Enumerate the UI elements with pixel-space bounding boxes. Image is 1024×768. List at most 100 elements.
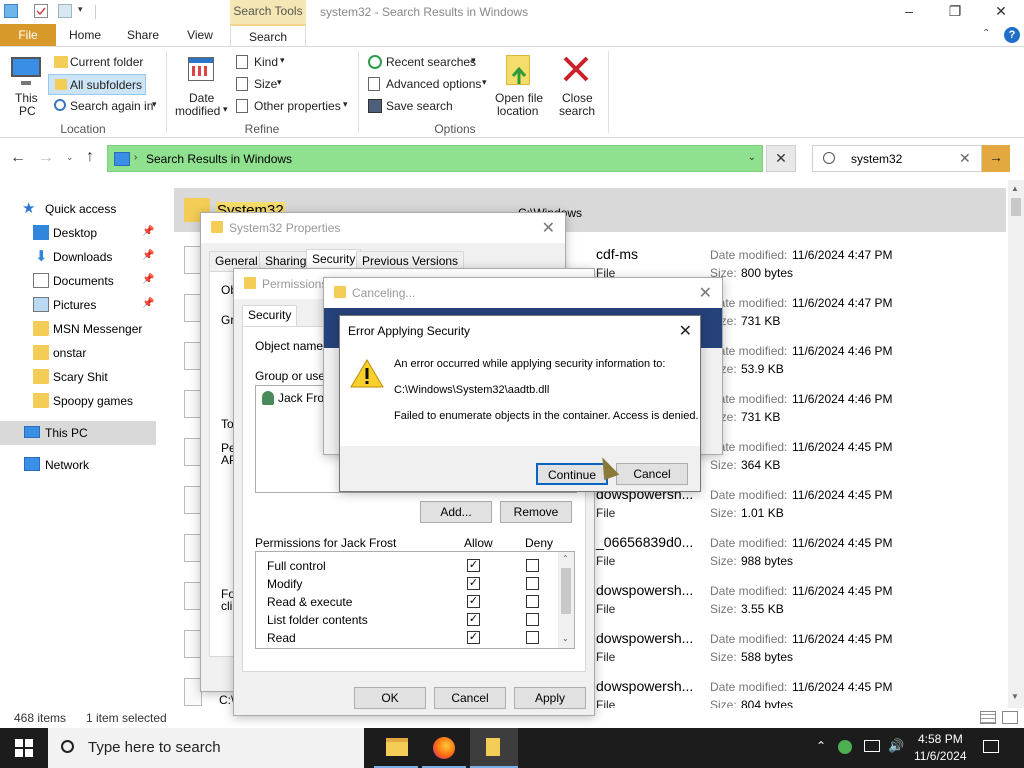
size-button[interactable]: Size ▾ [234,75,294,95]
taskbar-firefox[interactable] [422,728,466,768]
ok-button[interactable]: OK [354,687,426,709]
tab-security[interactable]: Security [242,305,298,327]
continue-button[interactable]: Continue [536,463,608,485]
qa-dropdown-icon[interactable]: ▾ [78,4,92,18]
permissions-scrollbar[interactable]: ⌃ ⌄ [558,552,574,648]
nav-desktop[interactable]: Desktop 📌 [0,222,160,244]
nav-quick-access[interactable]: ★ Quick access [0,198,160,220]
new-folder-qa-icon[interactable] [58,4,72,18]
tab-share[interactable]: Share [118,24,168,46]
to-label-fragment: To [221,417,234,431]
tab-file[interactable]: File [0,24,56,46]
scroll-down-icon[interactable]: ⌄ [562,634,569,643]
deny-checkbox[interactable] [526,595,539,608]
apply-button[interactable]: Apply [514,687,586,709]
nav-onstar[interactable]: onstar [0,342,160,364]
scroll-down-icon[interactable]: ▼ [1011,692,1019,701]
deny-checkbox[interactable] [526,559,539,572]
up-icon[interactable]: ↑ [86,148,94,166]
results-scrollbar[interactable]: ▲ ▼ [1008,180,1024,708]
add-button[interactable]: Add... [420,501,492,523]
nav-network[interactable]: Network [0,454,160,476]
this-pc-label-1: This [15,91,38,105]
allow-checkbox[interactable]: ✓ [467,559,480,572]
address-dropdown-icon[interactable]: ⌄ [748,152,756,163]
nav-label: onstar [53,346,87,360]
tab-view[interactable]: View [176,24,224,46]
object-name-label: Object name: [255,339,327,353]
properties-close-icon[interactable]: ✕ [542,218,555,238]
deny-checkbox[interactable] [526,577,539,590]
deny-checkbox[interactable] [526,631,539,644]
kind-button[interactable]: Kind ▾ [234,53,294,73]
scroll-thumb[interactable] [561,568,571,614]
cancel-button[interactable]: Cancel [434,687,506,709]
cancel-button[interactable]: Cancel [616,463,688,485]
nav-this-pc[interactable]: This PC [0,421,156,445]
stop-search-button[interactable]: ✕ [766,145,796,172]
forward-icon[interactable]: → [38,149,54,167]
properties-qa-icon[interactable] [34,4,48,18]
all-subfolders-label: All subfolders [70,78,143,92]
start-button[interactable] [0,728,48,768]
show-hidden-icons[interactable]: ⌃ [816,739,826,753]
other-properties-button[interactable]: Other properties ▾ [234,97,358,117]
explorer-app-icon [4,4,18,18]
error-close-icon[interactable]: ✕ [679,321,692,341]
canceling-close-icon[interactable]: ✕ [699,283,712,303]
search-go-button[interactable]: → [982,145,1010,172]
close-window-button[interactable]: ✕ [978,0,1024,24]
nav-msn-messenger[interactable]: MSN Messenger [0,318,160,340]
scroll-up-icon[interactable]: ▲ [1011,184,1019,193]
date-modified-button[interactable]: Date modified ▾ [172,53,230,119]
network-tray-icon[interactable] [864,740,880,752]
address-bar[interactable]: › Search Results in Windows ⌄ [107,145,763,172]
volume-icon[interactable]: 🔊 [888,738,904,754]
taskbar-active-window[interactable] [470,728,518,768]
search-again-button[interactable]: Search again in ▾ [52,97,162,117]
clock-date[interactable]: 11/6/2024 [914,749,967,763]
current-folder-button[interactable]: Current folder [52,53,152,73]
nav-downloads[interactable]: ⬇ Downloads 📌 [0,246,160,268]
advanced-options-button[interactable]: Advanced options ▾ [366,75,496,95]
nav-pictures[interactable]: Pictures 📌 [0,294,160,316]
scroll-thumb[interactable] [1011,198,1021,216]
nav-spoopy-games[interactable]: Spoopy games [0,390,160,412]
clear-search-icon[interactable]: ✕ [959,150,971,167]
clock-time[interactable]: 4:58 PM [918,732,963,746]
scroll-up-icon[interactable]: ⌃ [562,554,569,563]
user-icon[interactable] [838,740,852,754]
back-icon[interactable]: ← [10,149,26,167]
nav-label: Downloads [53,250,113,264]
all-subfolders-button[interactable]: All subfolders [48,74,146,95]
this-pc-icon [24,426,40,438]
taskbar-search-icon [61,740,74,753]
notifications-icon[interactable] [983,740,999,753]
open-file-location-button[interactable]: Open file location [492,53,546,119]
save-search-button[interactable]: Save search [366,97,466,117]
this-pc-button[interactable]: This PC [8,53,46,119]
taskbar-search-box[interactable]: Type here to search [48,728,364,768]
tab-home[interactable]: Home [60,24,110,46]
taskbar-file-explorer[interactable] [374,728,418,768]
nav-documents[interactable]: Documents 📌 [0,270,160,292]
advanced-options-icon [368,77,380,91]
history-dropdown-icon[interactable]: ⌄ [66,152,74,163]
nav-scary-shit[interactable]: Scary Shit [0,366,160,388]
remove-button[interactable]: Remove [500,501,572,523]
allow-checkbox[interactable]: ✓ [467,577,480,590]
minimize-button[interactable]: – [886,0,932,24]
details-view-icon[interactable] [980,711,996,724]
recent-searches-button[interactable]: Recent searches ▾ [366,53,486,73]
allow-checkbox[interactable]: ✓ [467,631,480,644]
deny-checkbox[interactable] [526,613,539,626]
allow-checkbox[interactable]: ✓ [467,613,480,626]
large-icons-view-icon[interactable] [1002,711,1018,724]
help-icon[interactable]: ? [1004,27,1020,43]
close-search-button[interactable]: Close search [554,53,600,119]
collapse-ribbon-icon[interactable]: ⌃ [982,28,990,39]
search-input[interactable]: system32 ✕ [812,145,982,172]
allow-checkbox[interactable]: ✓ [467,595,480,608]
maximize-button[interactable]: ❐ [932,0,978,24]
tab-search[interactable]: Search [230,24,306,46]
